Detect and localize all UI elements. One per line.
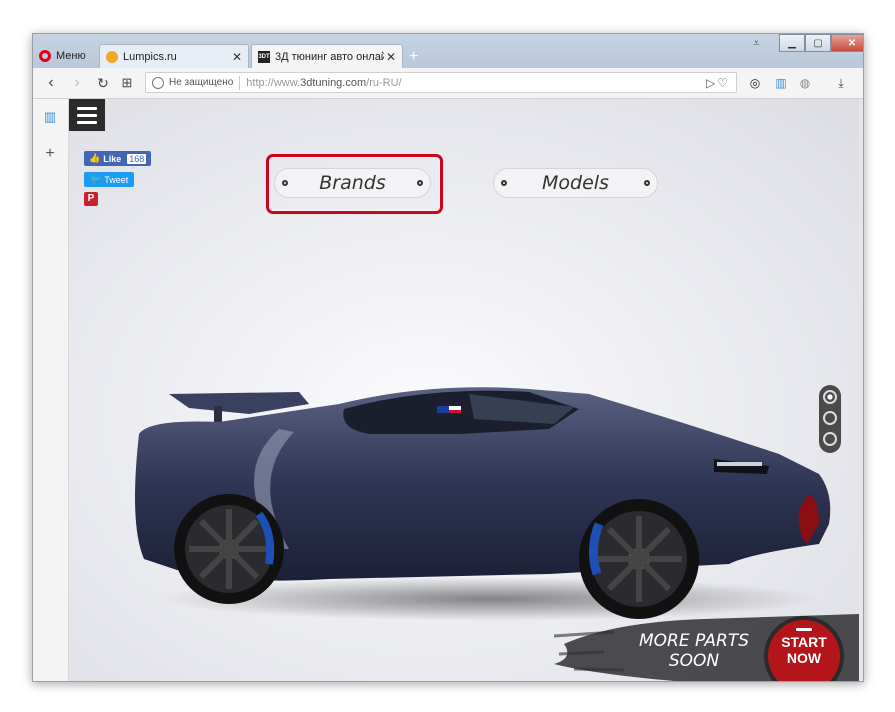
opera-sidebar: ▥ +	[33, 99, 69, 681]
speed-dial-icon[interactable]: ⊞	[117, 73, 137, 93]
start-bar-icon	[796, 628, 812, 631]
tweet-button[interactable]: 🐦 Tweet	[84, 172, 135, 187]
tab-3dtuning[interactable]: 3DT 3Д тюнинг авто онлайн, з ✕	[251, 44, 403, 69]
pill-dot	[643, 180, 650, 186]
hamburger-menu-icon[interactable]	[69, 99, 105, 131]
address-bar-row: ‹ › ↻ ⊞ Не защищено http://www. 3dtuning…	[33, 68, 863, 99]
fb-like-label: Like	[103, 153, 122, 164]
start-label: START	[781, 634, 827, 650]
fb-like-count: 168	[127, 153, 147, 164]
models-selector[interactable]: Models	[493, 168, 658, 198]
pinterest-icon[interactable]: P	[84, 192, 98, 206]
page-content: 👍 Like 168 🐦 Tweet P Brands Models MORE …	[69, 99, 859, 681]
tab-title: Lumpics.ru	[123, 50, 177, 63]
minimize-button[interactable]: ▁	[779, 34, 805, 52]
3dt-logo-icon: 3DT	[258, 51, 270, 63]
url-path: /ru-RU/	[366, 76, 402, 89]
download-icon[interactable]: ⤓	[833, 75, 849, 91]
tab-title: 3Д тюнинг авто онлайн, з	[275, 51, 384, 63]
url-field[interactable]: Не защищено http://www. 3dtuning.com /ru…	[145, 72, 737, 93]
translate-icon[interactable]: ▥	[773, 75, 789, 91]
opera-vpn-icon[interactable]: ◎	[747, 75, 763, 91]
menu-label: Меню	[56, 50, 86, 62]
send-heart-icons[interactable]: ▷♡	[706, 76, 730, 90]
tab-strip: Меню Lumpics.ru ✕ 3DT 3Д тюнинг авто онл…	[33, 34, 863, 69]
url-host: 3dtuning.com	[300, 76, 367, 89]
highlight-box	[266, 154, 443, 214]
opera-logo-icon	[39, 50, 51, 62]
sidebar-translate-icon[interactable]: ▥	[42, 109, 58, 125]
now-label: NOW	[786, 650, 822, 666]
globe-icon	[152, 76, 164, 89]
twitter-bird-icon: 🐦	[90, 174, 102, 184]
thumbs-up-icon: 👍	[89, 153, 101, 163]
opera-menu-button[interactable]: Меню	[39, 45, 86, 67]
tweet-label: Tweet	[104, 174, 129, 185]
close-tab-icon[interactable]: ✕	[230, 50, 244, 64]
tab-menu-icon[interactable]: ⩡	[753, 36, 760, 51]
sidebar-add-icon[interactable]: +	[42, 146, 58, 162]
close-window-button[interactable]: ✕	[831, 34, 863, 52]
more-parts-soon-text: MORE PARTS SOON	[638, 631, 750, 671]
facebook-like-button[interactable]: 👍 Like 168	[84, 151, 152, 166]
window-controls: ▁ ▢ ✕	[779, 34, 863, 52]
car-image: 3DT	[135, 387, 831, 621]
url-divider	[239, 75, 241, 90]
back-icon[interactable]: ‹	[41, 73, 61, 93]
pill-dot	[501, 180, 507, 186]
new-tab-button[interactable]: +	[409, 48, 418, 66]
globe-extension-icon[interactable]: ◍	[797, 75, 813, 91]
reload-icon[interactable]: ↻	[93, 73, 113, 93]
close-tab-icon[interactable]: ✕	[384, 50, 398, 64]
url-prefix: http://www.	[246, 76, 301, 89]
maximize-button[interactable]: ▢	[805, 34, 831, 52]
security-status: Не защищено	[169, 77, 234, 88]
models-label: Models	[542, 172, 609, 194]
forward-icon[interactable]: ›	[67, 73, 87, 93]
browser-window: Меню Lumpics.ru ✕ 3DT 3Д тюнинг авто онл…	[32, 33, 864, 682]
scrollbar[interactable]	[859, 99, 863, 681]
orange-circle-icon	[106, 50, 118, 63]
tab-lumpics[interactable]: Lumpics.ru ✕	[99, 44, 249, 68]
